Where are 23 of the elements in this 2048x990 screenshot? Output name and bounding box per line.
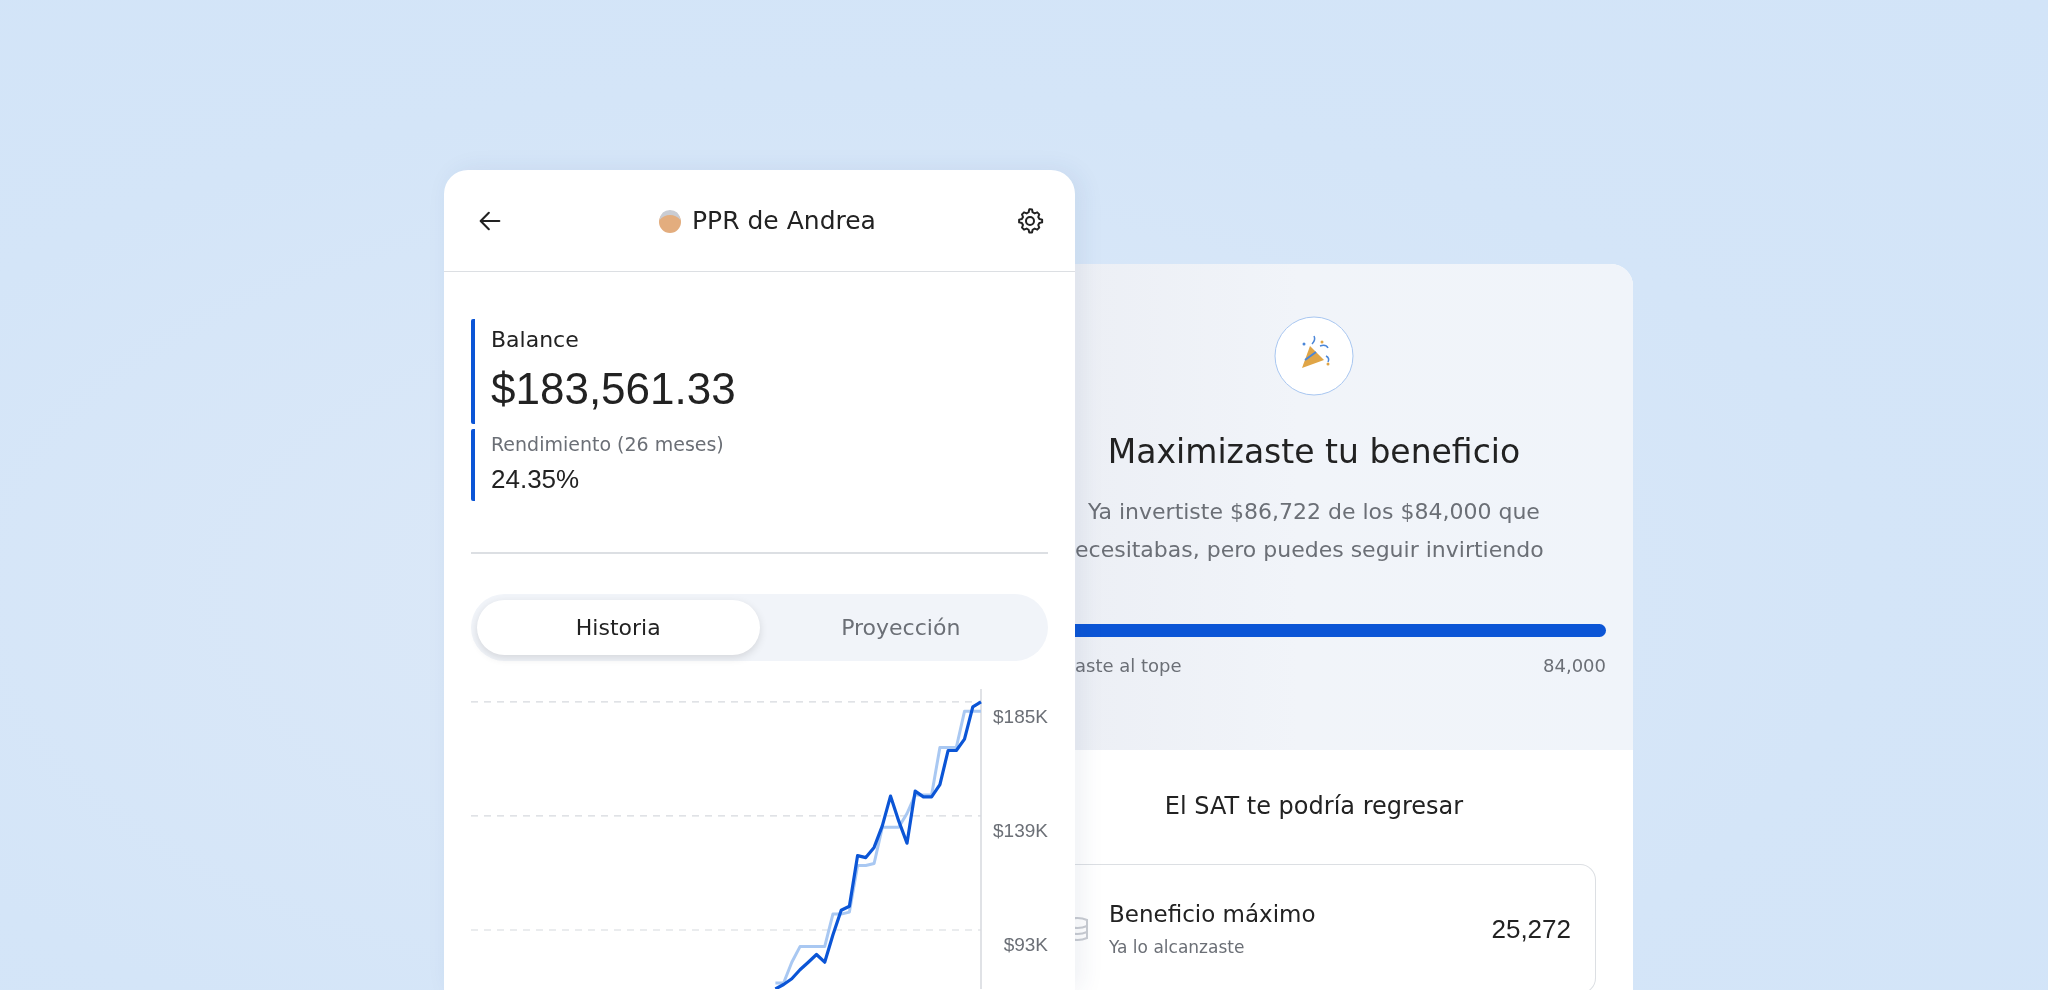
settings-icon[interactable] [1015,205,1045,236]
benefit-message-line: ecesitabas, pero puedes seguir invirtiendo [1075,537,1545,562]
row-value: 25,272 [1491,913,1571,945]
party-popper-icon [1274,316,1354,396]
balance-amount: $183,561.33 [491,364,737,414]
y-tick-label: $139K [993,819,1048,841]
avatar-icon [657,207,684,234]
benefit-title: Maximizaste tu beneficio [1107,432,1521,471]
progress-label: aste al tope [1075,655,1182,676]
y-tick-label: $93K [1003,933,1048,955]
chart-tab[interactable]: Historia [477,599,760,655]
screen-title: PPR de Andrea [692,206,876,235]
y-tick-label: $185K [993,705,1048,727]
chart-tab[interactable]: Proyección [759,599,1042,655]
coins-icon [1075,916,1089,942]
performance-label: Rendimiento (26 meses) [491,433,725,455]
row-subtitle: Ya lo alcanzaste [1109,937,1246,957]
performance-value: 24.35% [491,464,581,495]
row-title: Beneficio máximo [1109,901,1317,927]
section-title: El SAT te podría regresar [1164,792,1464,820]
progress-max: 84,000 [1543,655,1606,676]
balance-label: Balance [491,327,580,352]
benefit-message-line: Ya invertiste $86,722 de los $84,000 que [1088,499,1540,524]
